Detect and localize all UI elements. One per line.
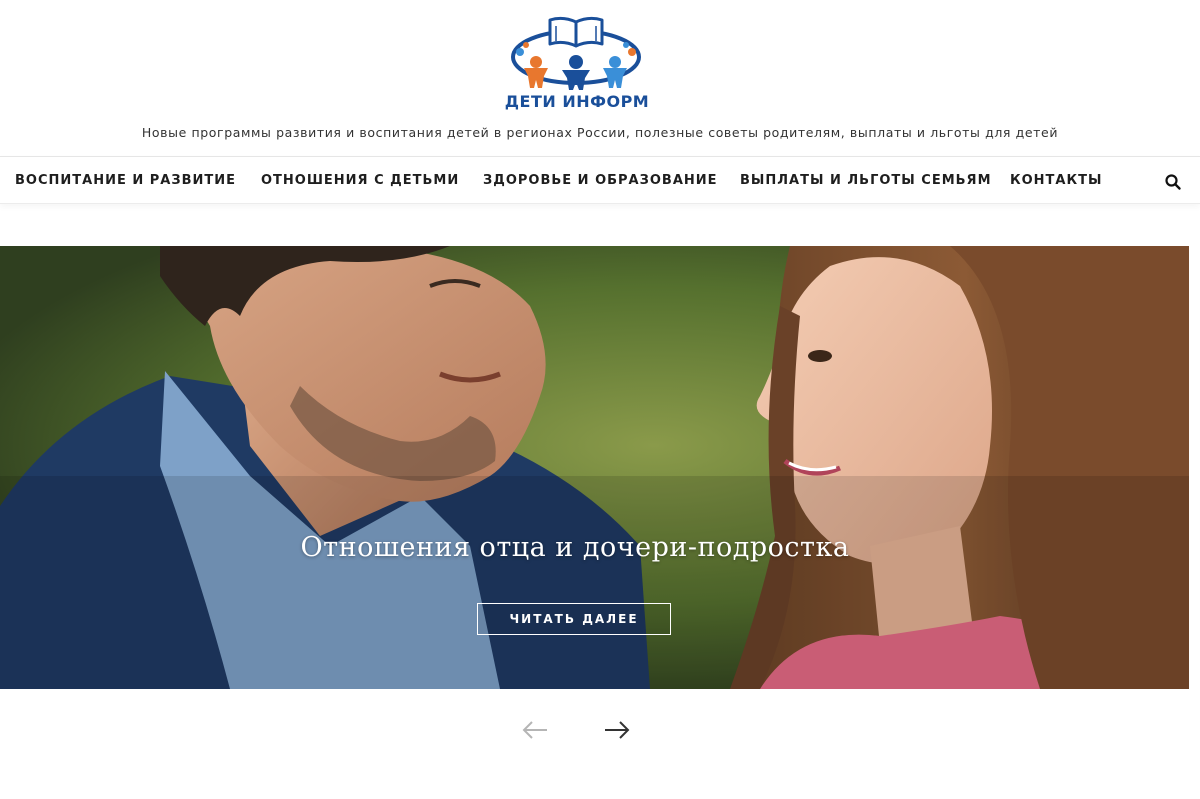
search-icon (1165, 174, 1181, 190)
arrow-right-icon (605, 721, 630, 739)
site-header: ДЕТИ ИНФОРМ Новые программы развития и в… (0, 0, 1200, 156)
nav-item-payments[interactable]: ВЫПЛАТЫ И ЛЬГОТЫ СЕМЬЯМ (740, 173, 992, 188)
site-logo[interactable]: ДЕТИ ИНФОРМ (502, 10, 652, 115)
slider-prev-button[interactable] (520, 718, 550, 742)
site-tagline: Новые программы развития и воспитания де… (141, 125, 1059, 140)
main-nav: ВОСПИТАНИЕ И РАЗВИТИЕ ОТНОШЕНИЯ С ДЕТЬМИ… (0, 156, 1200, 204)
read-more-button[interactable]: ЧИТАТЬ ДАЛЕЕ (477, 603, 671, 635)
nav-item-upbringing[interactable]: ВОСПИТАНИЕ И РАЗВИТИЕ (15, 173, 236, 188)
logo-text: ДЕТИ ИНФОРМ (504, 92, 650, 111)
logo-graphic (511, 16, 641, 90)
arrow-left-icon (522, 721, 547, 739)
nav-item-health-education[interactable]: ЗДОРОВЬЕ И ОБРАЗОВАНИЕ (483, 173, 718, 188)
nav-item-relationships[interactable]: ОТНОШЕНИЯ С ДЕТЬМИ (261, 173, 459, 188)
search-button[interactable] (1163, 172, 1183, 192)
slider-next-button[interactable] (602, 718, 632, 742)
slide-title[interactable]: Отношения отца и дочери-подростка (0, 532, 1150, 563)
nav-item-contacts[interactable]: КОНТАКТЫ (1010, 173, 1102, 188)
